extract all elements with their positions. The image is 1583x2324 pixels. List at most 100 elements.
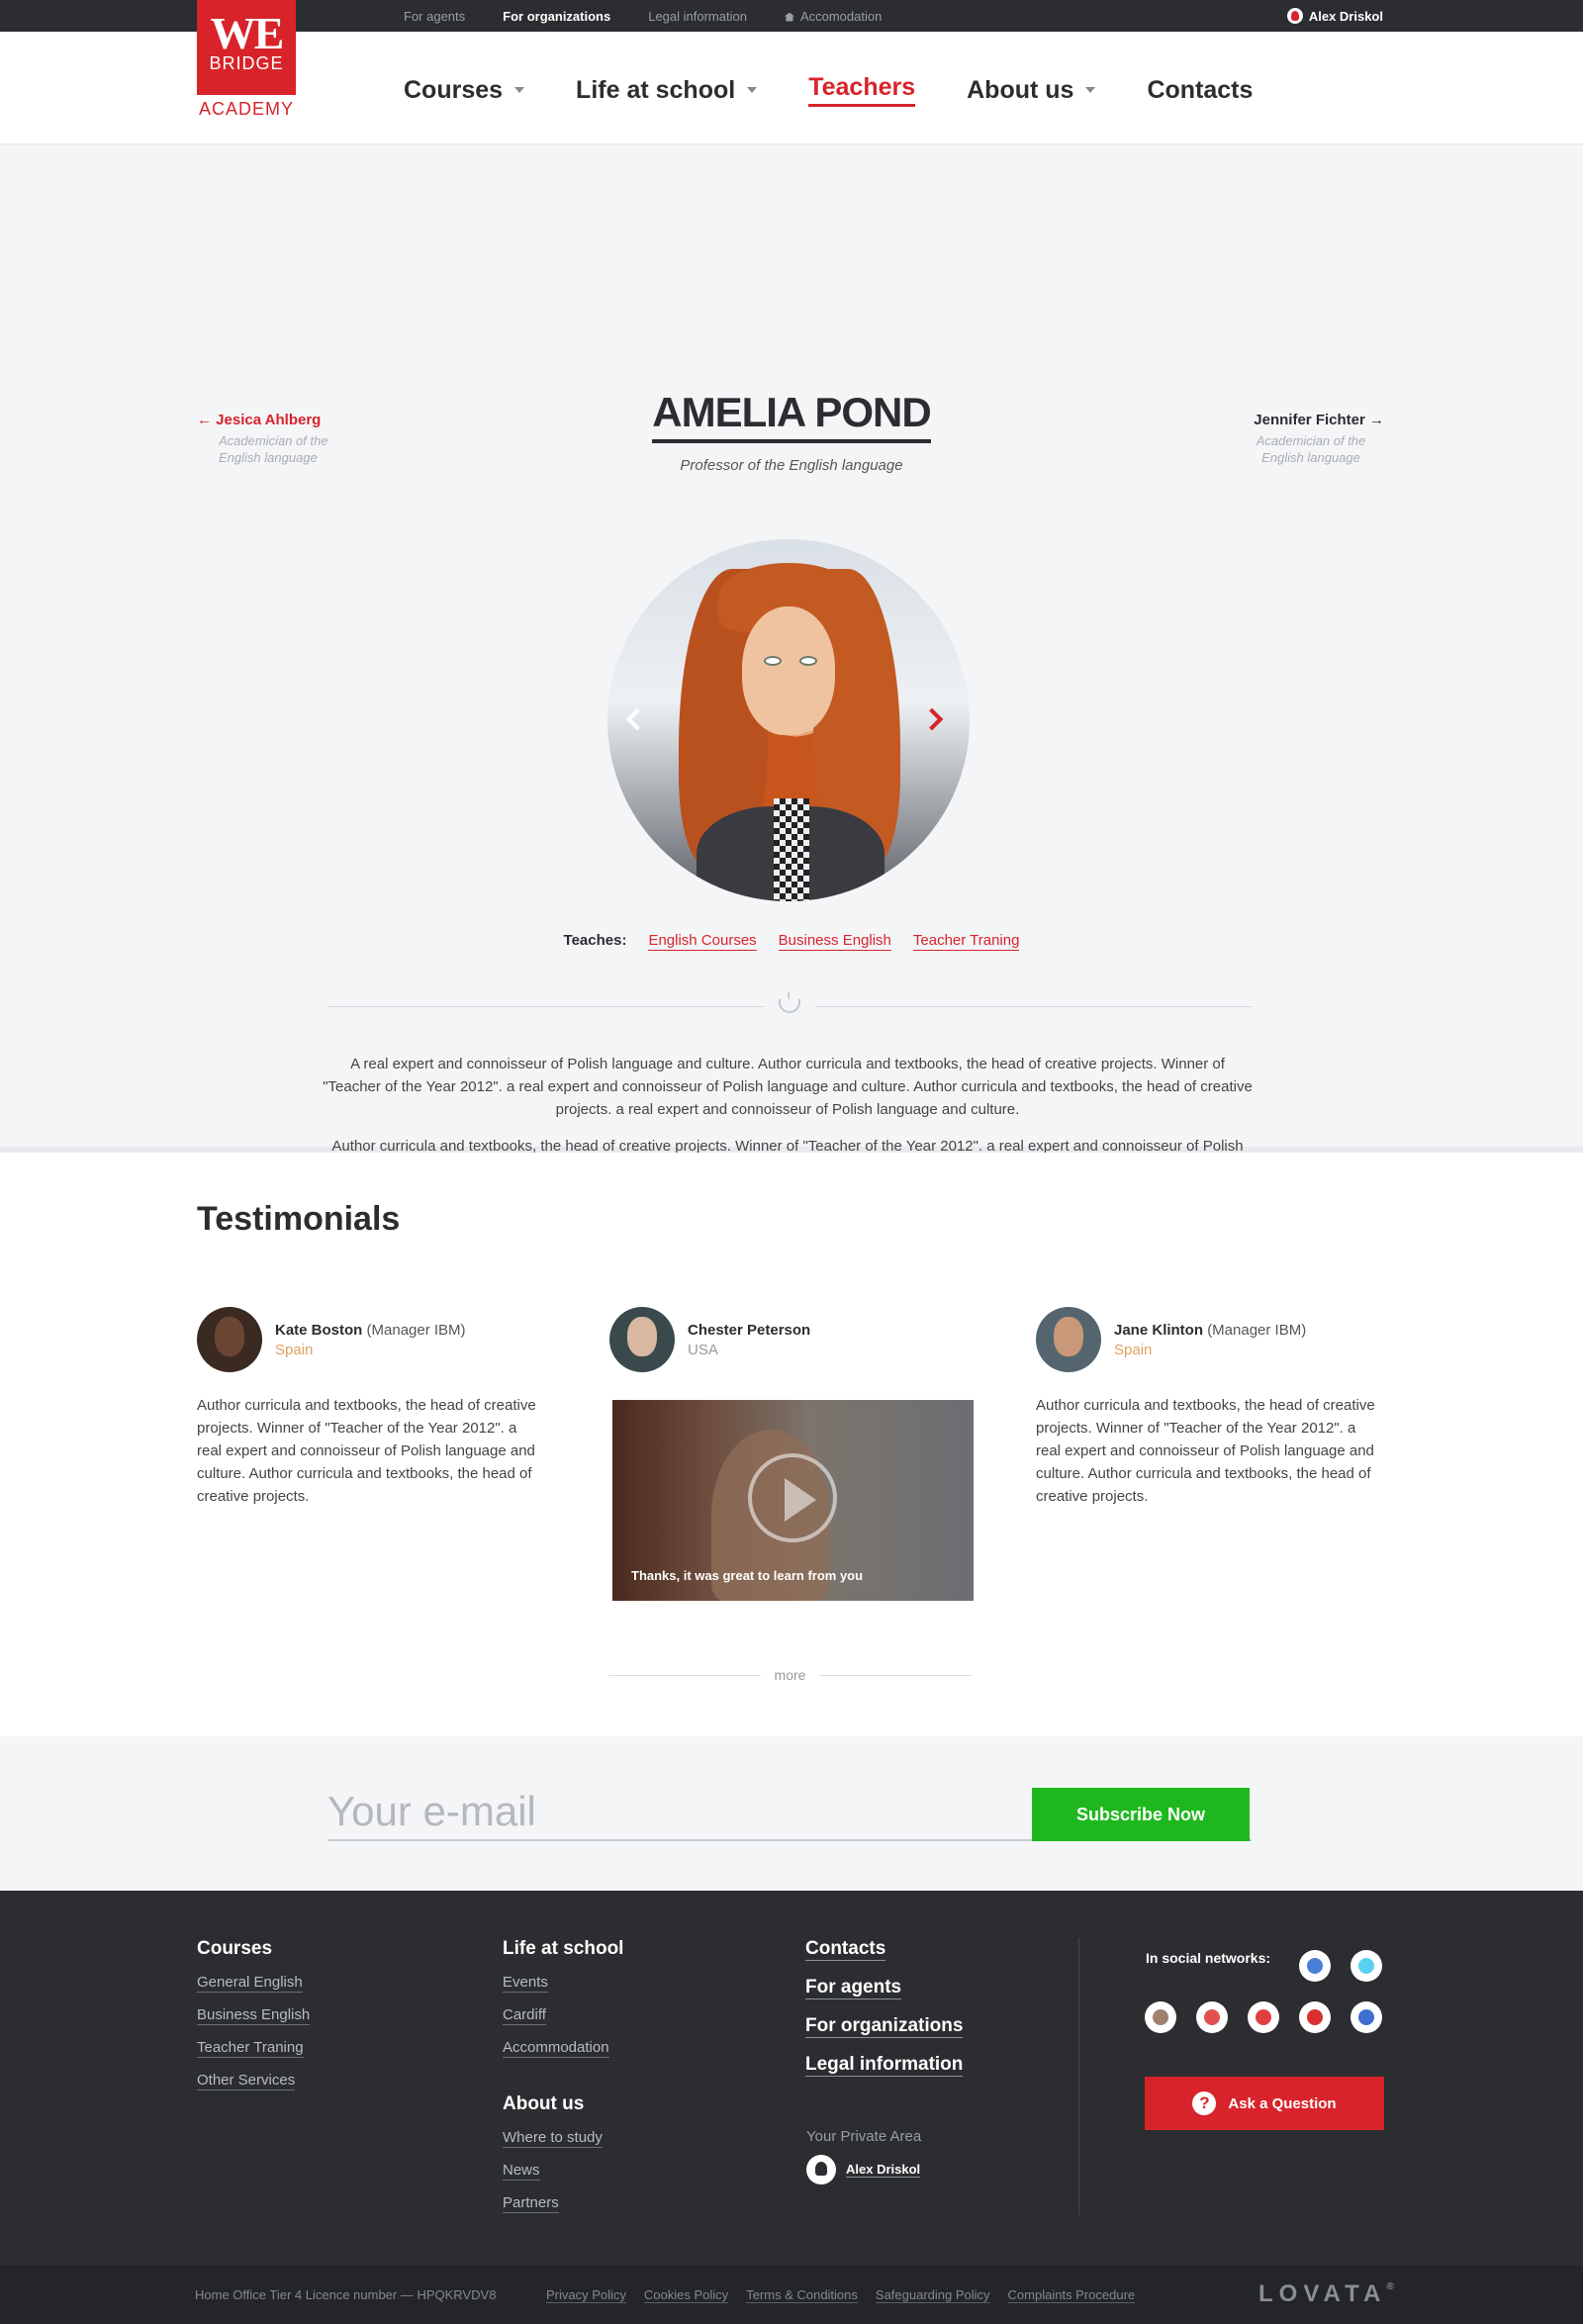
author-name: Kate Boston (Manager IBM) (275, 1322, 466, 1339)
footer-life: Life at school Events Cardiff Accommodat… (503, 1938, 623, 2227)
social-icon[interactable] (1350, 1950, 1382, 1982)
teacher-section: ← Jesica Ahlberg Academician of the Engl… (0, 144, 1583, 1177)
testimonial-head: Chester Peterson USA (609, 1307, 958, 1372)
private-area-label: Your Private Area (806, 2128, 922, 2145)
video-caption: Thanks, it was great to learn from you (631, 1568, 864, 1583)
footer-link[interactable]: Cardiff (503, 2006, 546, 2025)
nav-teachers[interactable]: Teachers (808, 73, 916, 107)
social-icon[interactable] (1299, 1950, 1331, 1982)
user-icon (806, 2155, 836, 2185)
footer-main-link[interactable]: Contacts (805, 1938, 886, 1961)
footer-link[interactable]: Business English (197, 2006, 311, 2025)
top-link-legal[interactable]: Legal information (648, 9, 747, 24)
footer-main-link[interactable]: For agents (805, 1977, 902, 1999)
footer-link[interactable]: News (503, 2162, 540, 2181)
policy-links: Privacy Policy Cookies Policy Terms & Co… (546, 2287, 1136, 2303)
testimonial-text: Author curricula and textbooks, the head… (197, 1397, 536, 1505)
chevron-down-icon (1085, 87, 1096, 93)
social-icon-mark (1256, 2009, 1271, 2025)
footer-link[interactable]: Partners (503, 2194, 559, 2213)
policy-link[interactable]: Complaints Procedure (1007, 2287, 1136, 2303)
user-name: Alex Driskol (1308, 8, 1383, 24)
top-link-agents[interactable]: For agents (404, 9, 465, 24)
nav-contacts[interactable]: Contacts (1147, 73, 1253, 107)
social-icon-mark (1307, 2009, 1323, 2025)
social-icon[interactable] (1299, 2001, 1331, 2033)
nav-courses[interactable]: Courses (404, 73, 525, 107)
footer-link[interactable]: Teacher Traning (197, 2039, 304, 2058)
testimonial-card: Jane Klinton (Manager IBM) Spain Author … (1036, 1307, 1384, 1508)
bottom-bar: Home Office Tier 4 Licence number — HPQK… (0, 2266, 1583, 2324)
avatar (609, 1307, 675, 1372)
lovata-text: LOVATA (1258, 2280, 1387, 2307)
footer-link[interactable]: Other Services (197, 2072, 296, 2091)
logo-box: WE BRIDGE (197, 0, 296, 95)
home-icon (784, 12, 794, 22)
footer-link[interactable]: Events (503, 1974, 548, 1993)
footer-main-link[interactable]: For organizations (805, 2015, 964, 2038)
nav-about-label: About us (967, 75, 1074, 104)
teaches-link[interactable]: Teacher Traning (912, 932, 1020, 951)
teacher-role: Professor of the English language (680, 457, 903, 474)
avatar (1036, 1307, 1101, 1372)
photo-tie (774, 798, 809, 901)
footer-link[interactable]: General English (197, 1974, 303, 1993)
social-icon[interactable] (1350, 2001, 1382, 2033)
social-icon[interactable] (1145, 2001, 1176, 2033)
subscribe-button[interactable]: Subscribe Now (1032, 1788, 1250, 1841)
nav-life-label: Life at school (576, 75, 736, 104)
top-link-organizations[interactable]: For organizations (503, 9, 610, 24)
ask-question-button[interactable]: ? Ask a Question (1145, 2077, 1384, 2130)
policy-link[interactable]: Safeguarding Policy (875, 2287, 990, 2303)
footer-main-link[interactable]: Legal information (805, 2054, 964, 2077)
policy-link[interactable]: Terms & Conditions (746, 2287, 858, 2303)
subscribe-section: Subscribe Now (0, 1736, 1583, 1891)
more-testimonials[interactable]: more (608, 1665, 972, 1685)
footer-link[interactable]: Accommodation (503, 2039, 609, 2058)
testimonials-title: Testimonials (197, 1200, 401, 1238)
testimonial-author: Kate Boston (Manager IBM) Spain (275, 1322, 466, 1358)
ask-question-label: Ask a Question (1228, 2094, 1337, 2112)
user-menu[interactable]: Alex Driskol (1286, 0, 1383, 32)
photo-face (742, 606, 835, 735)
social-icon-mark (1358, 1958, 1374, 1974)
social-icon[interactable] (1196, 2001, 1228, 2033)
testimonial-video[interactable]: Thanks, it was great to learn from you (612, 1400, 974, 1601)
email-field-wrap: Subscribe Now (327, 1786, 1252, 1841)
bio-paragraph: A real expert and connoisseur of Polish … (323, 1056, 1253, 1118)
photo-eye (764, 656, 782, 666)
play-icon[interactable] (748, 1453, 837, 1542)
testimonial-card: Kate Boston (Manager IBM) Spain Author c… (197, 1307, 545, 1508)
nav-teachers-label: Teachers (808, 73, 916, 107)
testimonial-author: Jane Klinton (Manager IBM) Spain (1114, 1322, 1306, 1358)
nav-contacts-label: Contacts (1147, 75, 1254, 104)
policy-link[interactable]: Privacy Policy (546, 2287, 626, 2303)
user-icon (1286, 8, 1303, 24)
social-icon-mark (1307, 1958, 1323, 1974)
email-input[interactable] (327, 1786, 1020, 1837)
registered-mark: ® (1386, 2281, 1394, 2292)
author-name-text: Jane Klinton (1114, 1321, 1204, 1339)
divider (815, 1006, 1252, 1007)
policy-link[interactable]: Cookies Policy (643, 2287, 729, 2303)
nav-life-at-school[interactable]: Life at school (576, 73, 758, 107)
footer: Courses General English Business English… (0, 1891, 1583, 2266)
footer-main-links: Contacts For agents For organizations Le… (805, 1938, 964, 2092)
teaches-label: Teaches: (563, 932, 627, 949)
social-label: In social networks: (1146, 1950, 1271, 1966)
lovata-logo[interactable]: LOVATA® (1258, 2280, 1394, 2308)
nav-about-us[interactable]: About us (967, 73, 1096, 107)
testimonial-text: Author curricula and textbooks, the head… (1036, 1397, 1375, 1505)
testimonial-author: Chester Peterson USA (688, 1322, 810, 1358)
teaches-link[interactable]: Business English (778, 932, 891, 951)
author-name: Jane Klinton (Manager IBM) (1114, 1322, 1306, 1339)
private-area-user[interactable]: Alex Driskol (806, 2155, 921, 2185)
social-icon[interactable] (1248, 2001, 1279, 2033)
teaches-link[interactable]: English Courses (648, 932, 757, 951)
logo[interactable]: WE BRIDGE ACADEMY (197, 0, 296, 121)
teacher-heading: AMELIA POND Professor of the English lan… (0, 388, 1583, 474)
top-link-accomodation[interactable]: Accomodation (784, 9, 882, 24)
footer-link[interactable]: Where to study (503, 2129, 603, 2148)
author-name-text: Kate Boston (275, 1321, 363, 1339)
divider (327, 1006, 764, 1007)
